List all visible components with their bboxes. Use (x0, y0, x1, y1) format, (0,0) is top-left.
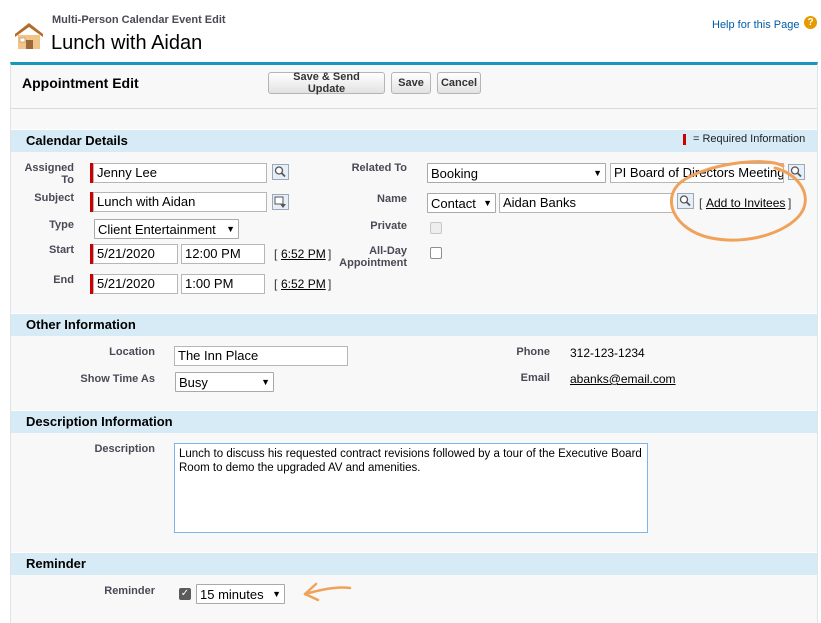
all-day-checkbox[interactable] (430, 247, 442, 259)
description-information-title: Description Information (26, 414, 173, 429)
help-icon[interactable]: ? (804, 16, 817, 29)
description-textarea[interactable]: Lunch to discuss his requested contract … (174, 443, 648, 533)
page-subtitle: Multi-Person Calendar Event Edit (52, 14, 226, 26)
private-label: Private (370, 220, 407, 232)
phone-value: 312-123-1234 (570, 346, 645, 360)
annotation-arrow (303, 582, 352, 602)
related-to-type-value: Booking (431, 165, 478, 181)
combobox-icon[interactable] (272, 194, 289, 210)
bracket-close: ] (328, 277, 332, 291)
type-label: Type (49, 219, 74, 231)
save-button[interactable]: Save (391, 72, 431, 94)
reminder-header (11, 552, 817, 575)
start-label: Start (48, 244, 74, 256)
reminder-select[interactable]: 15 minutes ▼ (196, 584, 285, 604)
end-time-field[interactable]: 1:00 PM (181, 274, 265, 294)
private-checkbox[interactable] (430, 222, 442, 234)
required-legend-marker (683, 134, 686, 145)
page-title: Lunch with Aidan (51, 32, 203, 54)
related-to-label: Related To (351, 162, 407, 174)
end-date-field[interactable]: 5/21/2020 (93, 274, 178, 294)
bracket-open: [ (274, 247, 278, 261)
type-select[interactable]: Client Entertainment ▼ (94, 219, 239, 239)
description-label: Description (94, 443, 155, 455)
phone-label: Phone (516, 346, 550, 358)
email-link[interactable]: abanks@email.com (570, 372, 676, 386)
help-link[interactable]: Help for this Page (712, 19, 799, 31)
email-label: Email (520, 372, 550, 384)
required-legend: = Required Information (693, 133, 806, 145)
name-field[interactable]: Aidan Banks (499, 193, 673, 213)
location-label: Location (109, 346, 155, 358)
annotation-circle (669, 160, 807, 242)
reminder-label: Reminder (104, 585, 155, 597)
start-now-link[interactable]: 6:52 PM (281, 247, 326, 261)
start-time-field[interactable]: 12:00 PM (181, 244, 265, 264)
location-field[interactable]: The Inn Place (174, 346, 348, 366)
lookup-icon[interactable] (272, 164, 289, 180)
assigned-to-label: Assigned To (24, 162, 74, 186)
reminder-checkbox[interactable]: ✓ (179, 588, 191, 600)
show-time-as-value: Busy (179, 374, 208, 390)
name-type-value: Contact (431, 195, 476, 211)
subject-label: Subject (34, 192, 74, 204)
all-day-label: All-Day Appointment (339, 245, 407, 269)
other-information-title: Other Information (26, 317, 136, 332)
end-now-link[interactable]: 6:52 PM (281, 277, 326, 291)
chevron-down-icon: ▼ (593, 168, 602, 178)
appointment-edit-title: Appointment Edit (22, 75, 139, 91)
show-time-as-label: Show Time As (80, 373, 155, 385)
calendar-details-title: Calendar Details (26, 133, 128, 148)
end-label: End (53, 274, 74, 286)
bracket-open: [ (274, 277, 278, 291)
type-value: Client Entertainment (98, 221, 216, 237)
chevron-down-icon: ▼ (272, 589, 281, 599)
chevron-down-icon: ▼ (226, 224, 235, 234)
save-and-send-update-button[interactable]: Save & Send Update (268, 71, 385, 95)
reminder-value: 15 minutes (200, 586, 264, 602)
start-date-field[interactable]: 5/21/2020 (93, 244, 178, 264)
name-type-select[interactable]: Contact ▼ (427, 193, 496, 213)
show-time-as-select[interactable]: Busy ▼ (175, 372, 274, 392)
reminder-title: Reminder (26, 556, 86, 571)
toolbar-divider (11, 108, 817, 109)
related-to-type-select[interactable]: Booking ▼ (427, 163, 606, 183)
chevron-down-icon: ▼ (483, 198, 492, 208)
cancel-button[interactable]: Cancel (437, 72, 481, 94)
chevron-down-icon: ▼ (261, 377, 270, 387)
house-icon (15, 23, 43, 49)
assigned-to-field[interactable]: Jenny Lee (93, 163, 267, 183)
subject-field[interactable]: Lunch with Aidan (93, 192, 267, 212)
name-label: Name (377, 193, 407, 205)
